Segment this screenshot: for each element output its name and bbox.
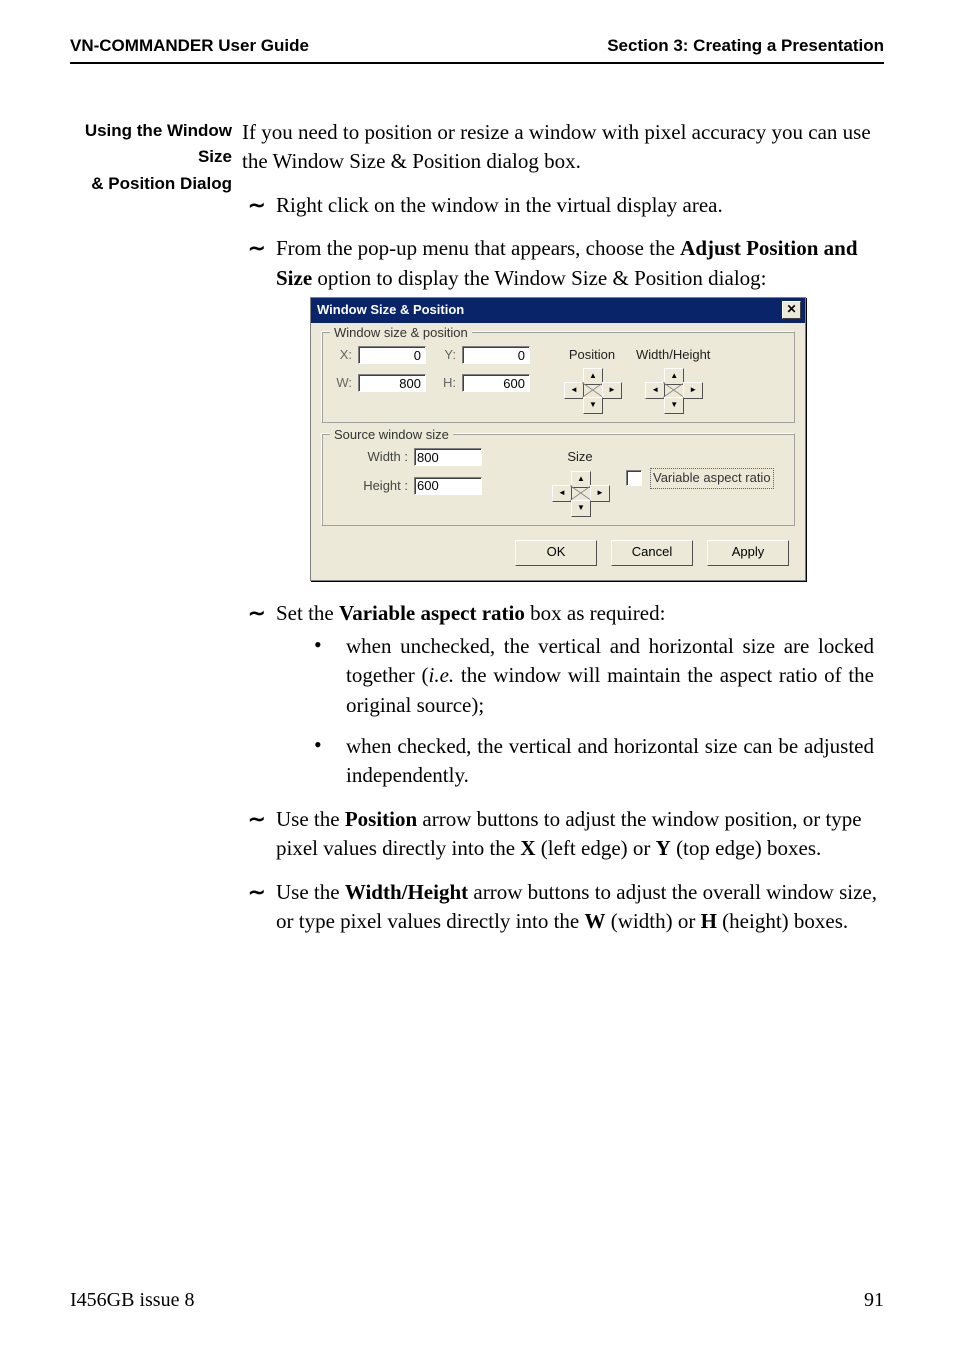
src-height-input[interactable] — [414, 477, 482, 495]
step-1: Right click on the window in the virtual… — [242, 191, 884, 220]
step-4: Use the Position arrow buttons to adjust… — [242, 805, 884, 864]
y-label: Y: — [436, 346, 458, 364]
x-label: X: — [332, 346, 354, 364]
src-width-input[interactable] — [414, 448, 482, 466]
w-label: W: — [332, 374, 354, 392]
src-height-label: Height : — [352, 477, 408, 495]
position-caption: Position — [569, 346, 615, 364]
size-caption: Size — [567, 448, 592, 466]
y-input[interactable] — [462, 346, 530, 364]
size-left-button[interactable]: ◄ — [552, 485, 572, 502]
ok-button[interactable]: OK — [515, 540, 597, 566]
margin-heading-l1: Using the Window Size — [70, 118, 232, 171]
footer-page-number: 91 — [864, 1289, 884, 1312]
h-label: H: — [436, 374, 458, 392]
widthheight-caption: Width/Height — [636, 346, 710, 364]
cancel-button[interactable]: Cancel — [611, 540, 693, 566]
step-3: Set the Variable aspect ratio box as req… — [242, 599, 884, 791]
margin-heading: Using the Window Size & Position Dialog — [70, 118, 242, 950]
variable-aspect-ratio-label: Variable aspect ratio — [650, 468, 774, 488]
position-down-button[interactable]: ▼ — [583, 397, 603, 414]
position-dpad: ▲ ◄ ► ▼ — [564, 368, 620, 412]
wh-right-button[interactable]: ► — [683, 382, 703, 399]
header-rule — [70, 62, 884, 64]
window-size-position-dialog: Window Size & Position ✕ Window size & p… — [310, 297, 806, 581]
body-column: If you need to position or resize a wind… — [242, 118, 884, 950]
header-right: Section 3: Creating a Presentation — [607, 36, 884, 56]
group2-legend: Source window size — [330, 426, 453, 444]
variable-aspect-ratio-checkbox[interactable] — [626, 470, 642, 486]
position-left-button[interactable]: ◄ — [564, 382, 584, 399]
group-source-window-size: Source window size Width : Height : — [321, 433, 795, 525]
src-width-label: Width : — [352, 448, 408, 466]
x-input[interactable] — [358, 346, 426, 364]
step-2: From the pop-up menu that appears, choos… — [242, 234, 884, 580]
dialog-close-button[interactable]: ✕ — [782, 301, 801, 319]
group1-legend: Window size & position — [330, 324, 472, 342]
dialog-title-text: Window Size & Position — [317, 301, 464, 319]
h-input[interactable] — [462, 374, 530, 392]
widthheight-dpad: ▲ ◄ ► ▼ — [645, 368, 701, 412]
margin-heading-l2: & Position Dialog — [70, 171, 232, 197]
size-right-button[interactable]: ► — [590, 485, 610, 502]
page-header: VN-COMMANDER User Guide Section 3: Creat… — [70, 36, 884, 56]
dialog-titlebar: Window Size & Position ✕ — [311, 298, 805, 323]
step-3-bullet-2: when checked, the vertical and horizonta… — [276, 732, 884, 791]
step-5: Use the Width/Height arrow buttons to ad… — [242, 878, 884, 937]
intro-para: If you need to position or resize a wind… — [242, 118, 884, 177]
header-left: VN-COMMANDER User Guide — [70, 36, 309, 56]
size-dpad: ▲ ◄ ► ▼ — [552, 471, 608, 515]
wh-down-button[interactable]: ▼ — [664, 397, 684, 414]
size-down-button[interactable]: ▼ — [571, 500, 591, 517]
step-3-bullet-1: when unchecked, the vertical and horizon… — [276, 632, 884, 720]
page-footer: I456GB issue 8 91 — [70, 1289, 884, 1312]
w-input[interactable] — [358, 374, 426, 392]
group-window-size-position: Window size & position X: Y: W: — [321, 331, 795, 423]
apply-button[interactable]: Apply — [707, 540, 789, 566]
position-right-button[interactable]: ► — [602, 382, 622, 399]
footer-left: I456GB issue 8 — [70, 1289, 194, 1312]
